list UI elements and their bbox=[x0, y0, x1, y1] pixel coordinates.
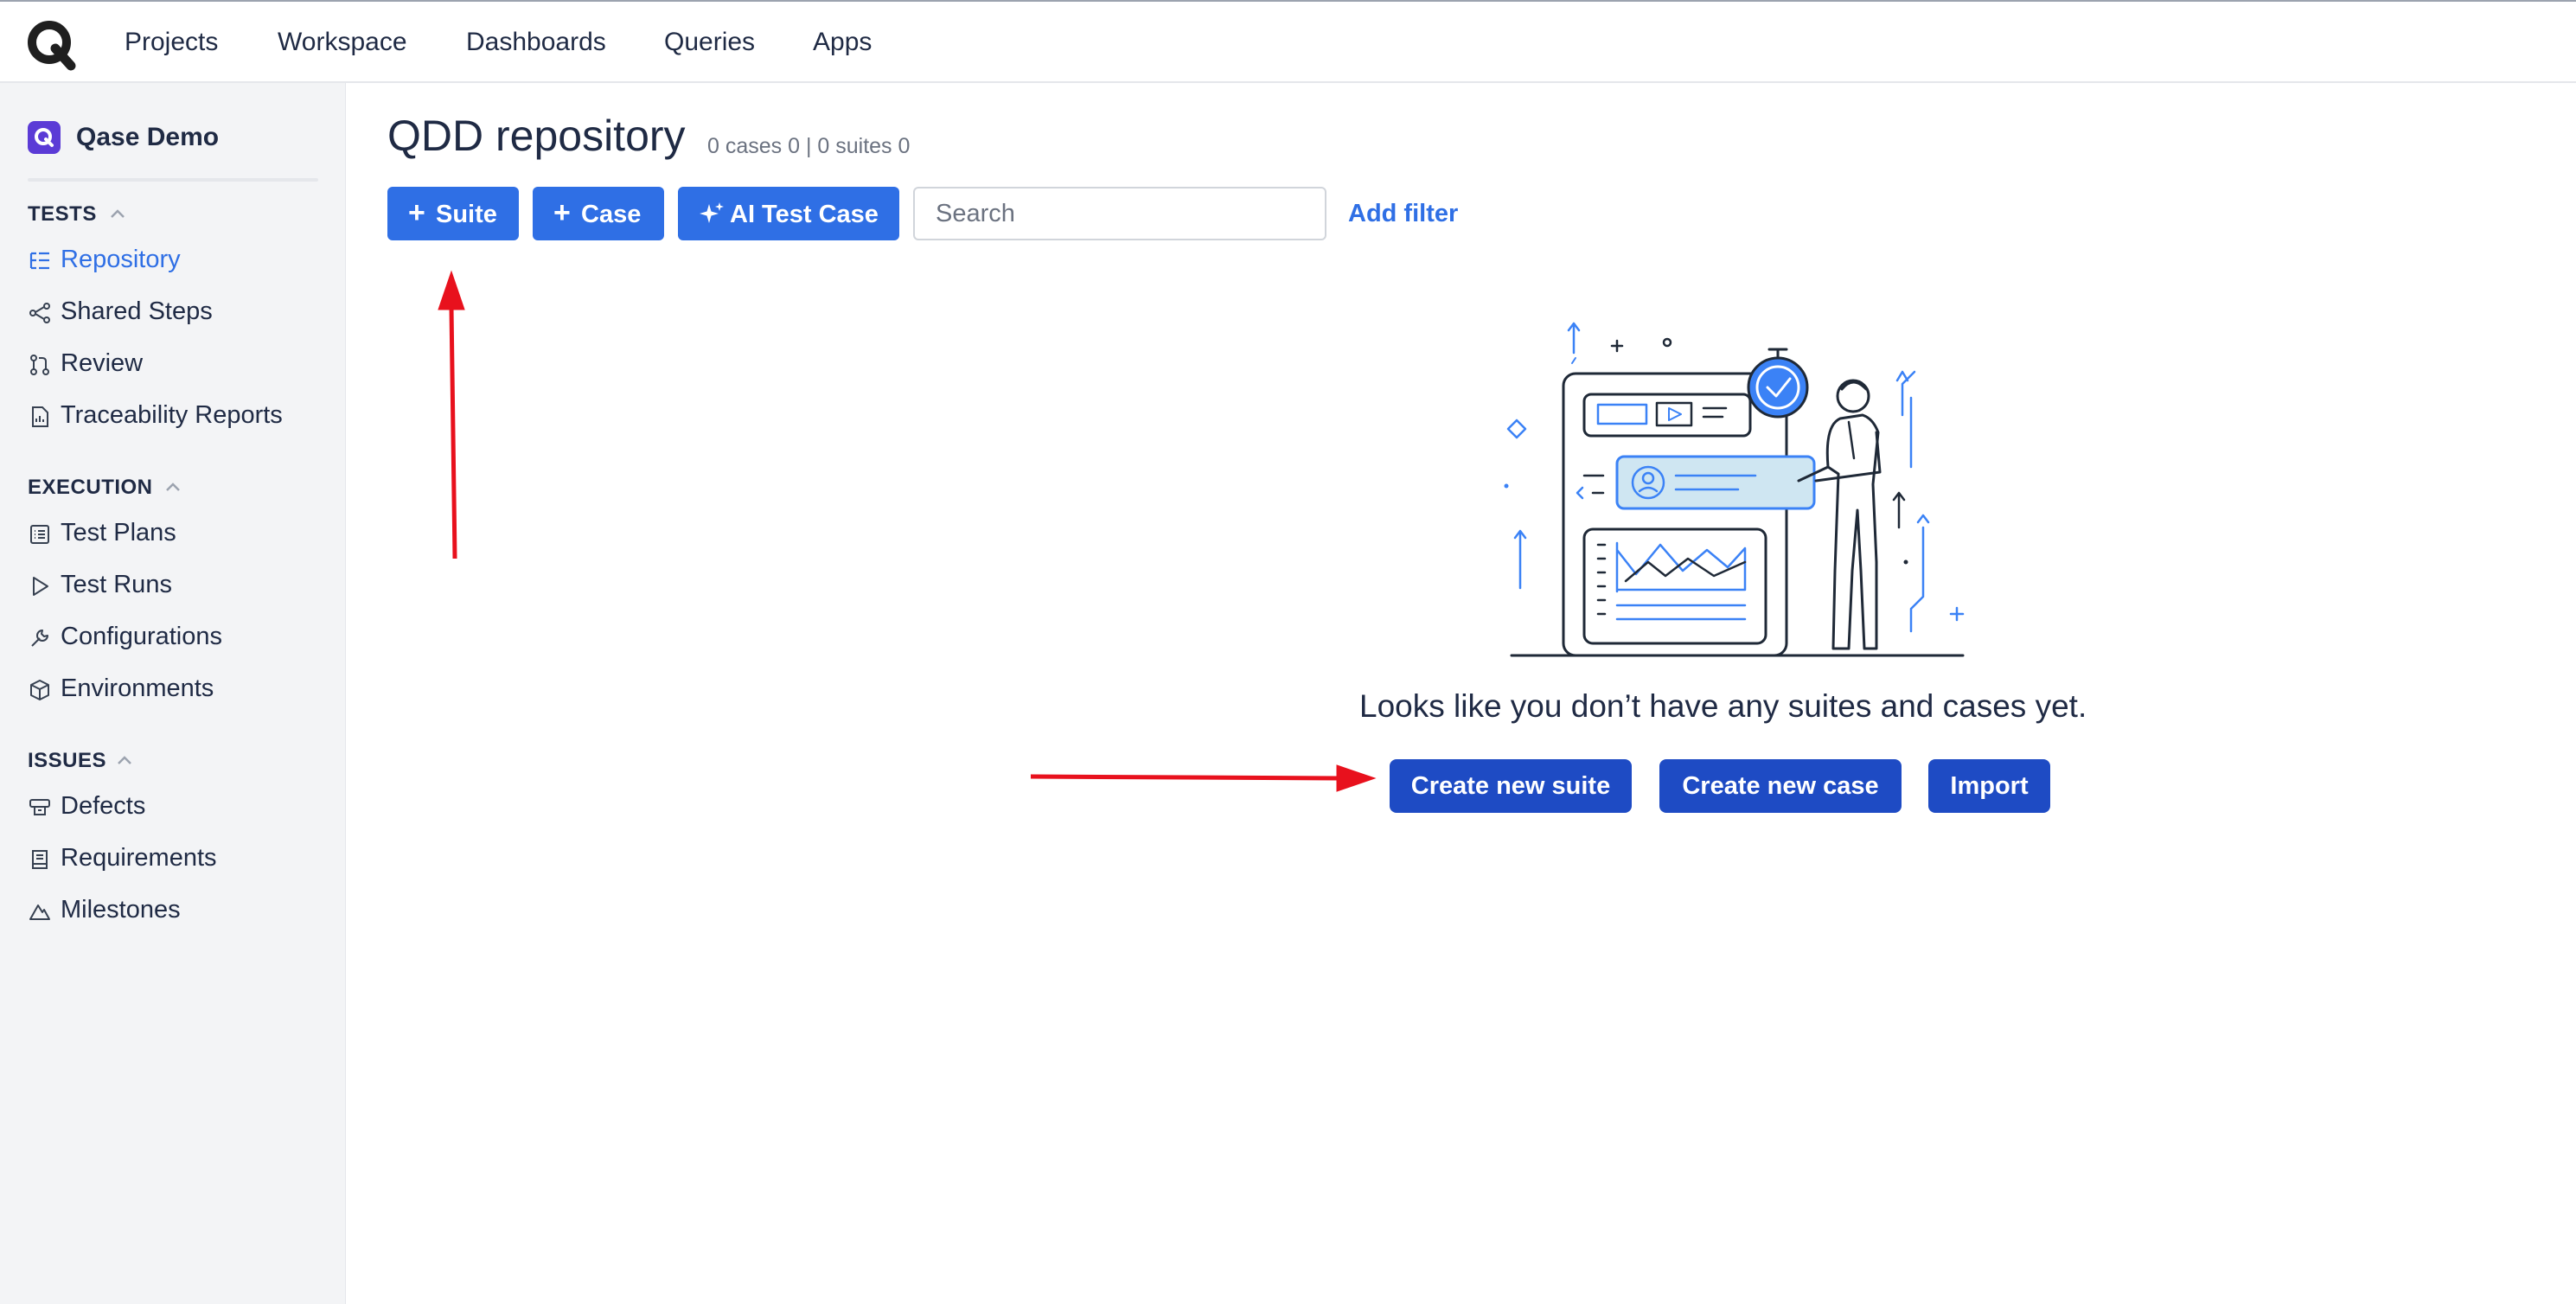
list-checklist-icon bbox=[30, 525, 49, 544]
sidebar-item-test-plans[interactable]: Test Plans bbox=[28, 517, 322, 552]
sidebar-item-label: Environments bbox=[61, 674, 214, 702]
empty-state-message: Looks like you don’t have any suites and… bbox=[1359, 688, 2087, 724]
chevron-up-icon[interactable] bbox=[109, 208, 126, 220]
plus-icon: + bbox=[553, 196, 571, 229]
annotation-arrow-up bbox=[449, 307, 457, 559]
sidebar-item-shared-steps[interactable]: Shared Steps bbox=[28, 296, 322, 330]
sidebar: Qase Demo TESTS Repository Shared Steps … bbox=[0, 83, 346, 1304]
section-tests-title[interactable]: TESTS bbox=[28, 202, 97, 227]
add-filter-link[interactable]: Add filter bbox=[1348, 200, 1458, 228]
annotation-arrow-right bbox=[1030, 774, 1339, 781]
plus-icon: + bbox=[408, 196, 425, 229]
add-suite-button[interactable]: + Suite bbox=[387, 187, 519, 240]
book-icon bbox=[32, 850, 48, 869]
chevron-up-icon[interactable] bbox=[164, 481, 182, 493]
import-button[interactable]: Import bbox=[1928, 759, 2050, 813]
nav-workspace[interactable]: Workspace bbox=[278, 28, 407, 57]
annotation-arrowhead-up-icon bbox=[438, 270, 465, 310]
tree-list-icon bbox=[29, 252, 49, 270]
sidebar-item-requirements[interactable]: Requirements bbox=[28, 842, 322, 877]
sidebar-item-label: Milestones bbox=[61, 896, 181, 924]
empty-repository-illustration bbox=[1504, 322, 1965, 657]
add-suite-label: Suite bbox=[436, 201, 497, 228]
sidebar-item-label: Repository bbox=[61, 246, 181, 273]
add-case-button[interactable]: + Case bbox=[533, 187, 664, 240]
report-document-icon bbox=[32, 406, 48, 427]
sidebar-item-test-runs[interactable]: Test Runs bbox=[28, 569, 322, 604]
top-navigation-bar: Projects Workspace Dashboards Queries Ap… bbox=[0, 0, 2576, 83]
sidebar-item-defects[interactable]: Defects bbox=[28, 790, 322, 825]
share-nodes-icon bbox=[29, 303, 50, 323]
play-icon bbox=[33, 577, 48, 596]
sidebar-divider bbox=[28, 178, 318, 182]
project-name[interactable]: Qase Demo bbox=[76, 123, 219, 152]
cube-icon bbox=[30, 680, 49, 700]
section-execution-title[interactable]: EXECUTION bbox=[28, 476, 153, 500]
sidebar-item-label: Test Runs bbox=[61, 571, 172, 598]
section-issues-title[interactable]: ISSUES bbox=[28, 749, 106, 773]
qase-logo-icon[interactable] bbox=[24, 17, 78, 71]
nav-projects[interactable]: Projects bbox=[125, 28, 218, 57]
sidebar-item-review[interactable]: Review bbox=[28, 348, 322, 382]
search-input[interactable] bbox=[913, 187, 1326, 240]
annotation-arrowhead-right-icon bbox=[1336, 764, 1377, 792]
create-new-case-button[interactable]: Create new case bbox=[1659, 759, 1902, 813]
mountain-icon bbox=[29, 904, 50, 920]
nav-apps[interactable]: Apps bbox=[813, 28, 872, 57]
sidebar-item-label: Test Plans bbox=[61, 519, 176, 547]
sidebar-item-environments[interactable]: Environments bbox=[28, 673, 322, 707]
sidebar-item-configurations[interactable]: Configurations bbox=[28, 621, 322, 655]
defect-bug-icon bbox=[29, 799, 50, 815]
page-title: QDD repository bbox=[387, 112, 686, 160]
nav-queries[interactable]: Queries bbox=[664, 28, 755, 57]
create-new-suite-button[interactable]: Create new suite bbox=[1390, 759, 1632, 813]
project-avatar-icon[interactable] bbox=[28, 121, 61, 154]
wrench-icon bbox=[31, 630, 48, 647]
repository-stats: 0 cases 0 | 0 suites 0 bbox=[707, 134, 911, 158]
nav-dashboards[interactable]: Dashboards bbox=[466, 28, 606, 57]
sidebar-item-label: Shared Steps bbox=[61, 297, 213, 325]
sidebar-item-label: Traceability Reports bbox=[61, 401, 283, 429]
project-q-icon bbox=[35, 128, 54, 147]
sidebar-item-milestones[interactable]: Milestones bbox=[28, 894, 322, 929]
git-pull-request-icon bbox=[30, 355, 49, 375]
chevron-up-icon[interactable] bbox=[116, 754, 133, 766]
ai-test-case-button[interactable]: AI Test Case bbox=[678, 187, 899, 240]
sidebar-item-label: Requirements bbox=[61, 844, 217, 872]
sidebar-item-label: Review bbox=[61, 349, 144, 377]
sparkles-icon bbox=[700, 202, 724, 223]
add-case-label: Case bbox=[581, 201, 642, 228]
sidebar-item-traceability-reports[interactable]: Traceability Reports bbox=[28, 400, 322, 434]
ai-test-case-label: AI Test Case bbox=[730, 201, 879, 228]
sidebar-item-label: Defects bbox=[61, 792, 146, 820]
sidebar-item-repository[interactable]: Repository bbox=[28, 244, 322, 278]
sidebar-item-label: Configurations bbox=[61, 623, 222, 650]
